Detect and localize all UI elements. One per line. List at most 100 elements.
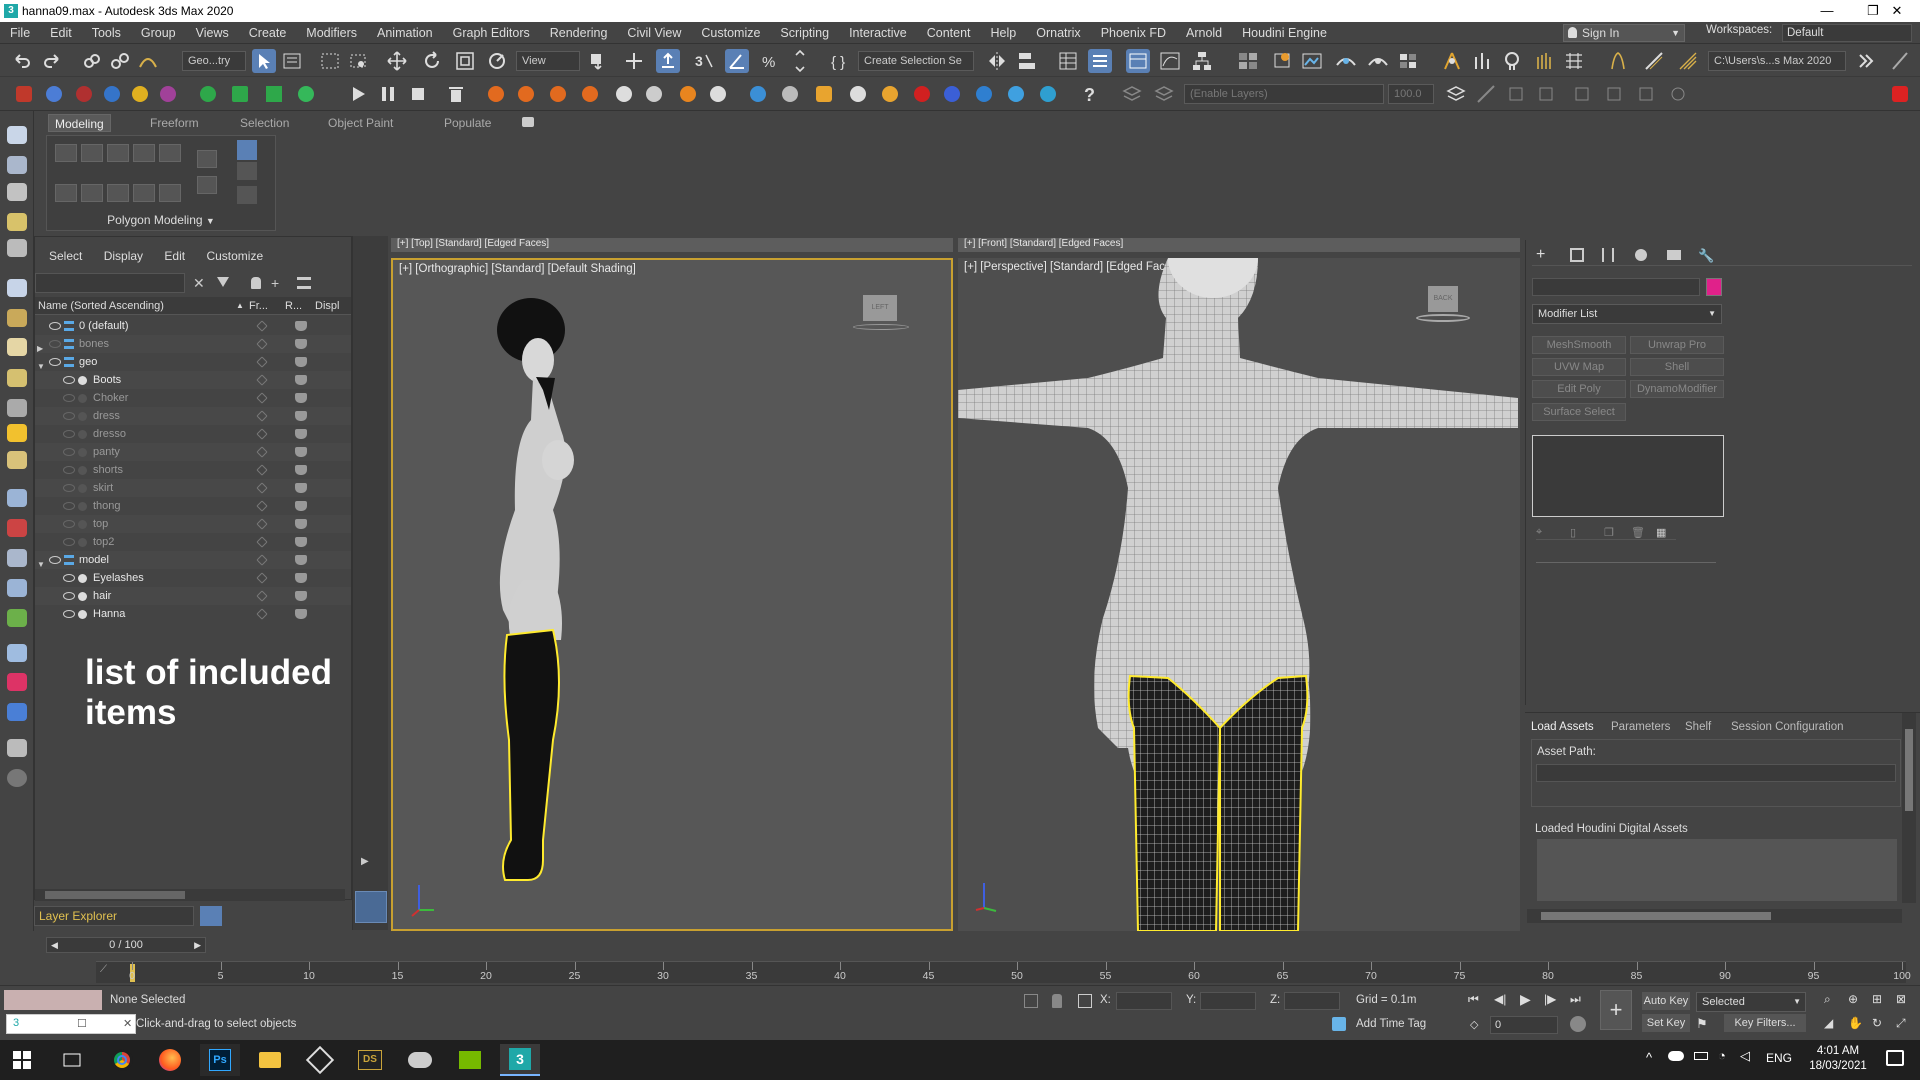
firefox-icon[interactable] <box>150 1044 190 1076</box>
previous-key-icon[interactable]: ◀| <box>1494 992 1506 1006</box>
add-layer-icon[interactable]: + <box>271 275 279 291</box>
menu-modifiers[interactable]: Modifiers <box>296 22 367 44</box>
phoenix-cloud-icon[interactable] <box>746 82 770 106</box>
scene-tree-row[interactable]: top <box>35 515 351 533</box>
object-name-input[interactable] <box>1532 278 1700 296</box>
align-icon[interactable] <box>1015 49 1039 73</box>
particle-sphere-icon[interactable] <box>42 82 66 106</box>
language-indicator[interactable]: ENG <box>1766 1051 1792 1065</box>
motion-tab-icon[interactable] <box>1635 249 1647 261</box>
particle-drop-icon[interactable] <box>100 82 124 106</box>
renderable-teapot-icon[interactable] <box>295 429 307 439</box>
visibility-eye-icon[interactable] <box>63 520 75 528</box>
modifier-dynamo-button[interactable]: DynamoModifier <box>1630 380 1724 398</box>
menu-scripting[interactable]: Scripting <box>770 22 839 44</box>
phoenix-liquid-icon[interactable] <box>546 82 570 106</box>
scene-item-label[interactable]: Boots <box>93 371 121 389</box>
render-column-header[interactable]: R... <box>285 297 302 315</box>
viewcube-ring[interactable] <box>853 324 909 330</box>
modifier-meshsmooth-button[interactable]: MeshSmooth <box>1532 336 1626 354</box>
visibility-eye-icon[interactable] <box>49 556 61 564</box>
scene-item-label[interactable]: 0 (default) <box>79 317 129 335</box>
help-icon[interactable]: ? <box>1078 82 1102 106</box>
cloud-icon[interactable] <box>7 156 27 174</box>
windows-start-icon[interactable] <box>2 1044 42 1076</box>
globe-icon[interactable] <box>7 644 27 662</box>
scene-tree-row[interactable]: thong <box>35 497 351 515</box>
modifier-stack[interactable] <box>1532 435 1724 517</box>
filter-icon[interactable] <box>217 277 229 289</box>
viewcube[interactable]: LEFT <box>863 295 897 321</box>
scene-menu-edit[interactable]: Edit <box>164 249 185 263</box>
scene-tree-row[interactable]: ▶ bones <box>35 335 351 353</box>
previous-frame-icon[interactable]: ◀ <box>51 938 58 952</box>
renderable-teapot-icon[interactable] <box>295 375 307 385</box>
photoshop-icon[interactable]: Ps <box>200 1044 240 1076</box>
phoenix-bottle-icon[interactable] <box>940 82 964 106</box>
key-selection-dropdown[interactable]: Selected ▼ <box>1696 992 1806 1012</box>
houdini-hscroll-thumb[interactable] <box>1541 912 1771 920</box>
renderable-teapot-icon[interactable] <box>295 501 307 511</box>
renderable-teapot-icon[interactable] <box>295 483 307 493</box>
menu-civil-view[interactable]: Civil View <box>617 22 691 44</box>
phoenix-splash-icon[interactable] <box>1004 82 1028 106</box>
show-end-result-icon[interactable]: ▯ <box>1570 526 1576 539</box>
zoom-icon[interactable]: ⌕ <box>1824 992 1831 1007</box>
ribbon-tool-icon[interactable] <box>197 150 217 168</box>
curve-editor-icon[interactable] <box>1158 49 1182 73</box>
layers-icon[interactable] <box>1120 82 1144 106</box>
tab-freeform[interactable]: Freeform <box>144 114 205 132</box>
particle-magenta-icon[interactable] <box>156 82 180 106</box>
scene-search-input[interactable] <box>35 273 185 293</box>
scene-tree-row[interactable]: Boots <box>35 371 351 389</box>
absolute-mode-icon[interactable] <box>1078 994 1092 1008</box>
field-of-view-icon[interactable]: ◢ <box>1824 1016 1833 1030</box>
teapot-icon[interactable] <box>7 309 27 327</box>
tyflow-icon[interactable] <box>196 82 220 106</box>
renderable-teapot-icon[interactable] <box>295 339 307 349</box>
frozen-column-header[interactable]: Fr... <box>249 297 268 315</box>
sphere-icon[interactable] <box>7 338 27 356</box>
freeze-icon[interactable] <box>256 536 268 548</box>
freeze-icon[interactable] <box>256 590 268 602</box>
toggle-layer-explorer-icon[interactable] <box>1088 49 1112 73</box>
onedrive-icon[interactable] <box>1668 1051 1684 1061</box>
scene-item-label[interactable]: dresso <box>93 425 126 443</box>
make-unique-icon[interactable]: ❐ <box>1604 526 1614 539</box>
z-coordinate-input[interactable] <box>1284 992 1340 1010</box>
phoenix-pool-icon[interactable] <box>1036 82 1060 106</box>
name-column-header[interactable]: Name (Sorted Ascending) <box>38 297 164 315</box>
freeze-icon[interactable] <box>256 500 268 512</box>
scene-tree-row[interactable]: dresso <box>35 425 351 443</box>
close-icon[interactable]: ✕ <box>123 1017 132 1030</box>
daz-studio-icon[interactable]: DS <box>350 1044 390 1076</box>
play-forward-icon[interactable]: ▶ <box>361 856 369 867</box>
visibility-eye-icon[interactable] <box>49 340 61 348</box>
hair-brush-icon[interactable] <box>1642 49 1666 73</box>
menu-interactive[interactable]: Interactive <box>839 22 917 44</box>
modifier-shell-button[interactable]: Shell <box>1630 358 1724 376</box>
brush-tool-icon[interactable] <box>1474 82 1498 106</box>
viewcube[interactable]: BACK <box>1428 286 1458 312</box>
ribbon-active-tool-icon[interactable] <box>237 140 257 160</box>
scene-scrollbar-thumb[interactable] <box>45 891 185 899</box>
project-folder-dropdown[interactable]: C:\Users\s...s Max 2020 <box>1708 51 1846 71</box>
zoom-all-icon[interactable]: ⊕ <box>1848 992 1858 1006</box>
freeze-icon[interactable] <box>256 464 268 476</box>
visibility-eye-icon[interactable] <box>63 394 75 402</box>
clear-search-icon[interactable]: ✕ <box>193 275 205 292</box>
sun-icon[interactable] <box>7 424 27 442</box>
layer-tools-icon[interactable] <box>1444 82 1468 106</box>
close-button[interactable]: ✕ <box>1874 0 1920 22</box>
undo-icon[interactable] <box>10 49 34 73</box>
freeze-icon[interactable] <box>256 410 268 422</box>
time-slider[interactable]: ◀ 0 / 100 ▶ <box>46 937 206 953</box>
current-frame-input[interactable]: 0 <box>1490 1016 1558 1034</box>
show-hidden-icons-icon[interactable]: ^ <box>1646 1050 1652 1065</box>
hierarchy-tab-icon[interactable] <box>1602 248 1614 262</box>
plane-icon[interactable] <box>7 279 27 297</box>
visibility-eye-icon[interactable] <box>63 376 75 384</box>
next-key-icon[interactable]: |▶ <box>1544 992 1556 1006</box>
time-tag-icon[interactable] <box>1332 1017 1346 1031</box>
render-icon[interactable] <box>7 183 27 201</box>
